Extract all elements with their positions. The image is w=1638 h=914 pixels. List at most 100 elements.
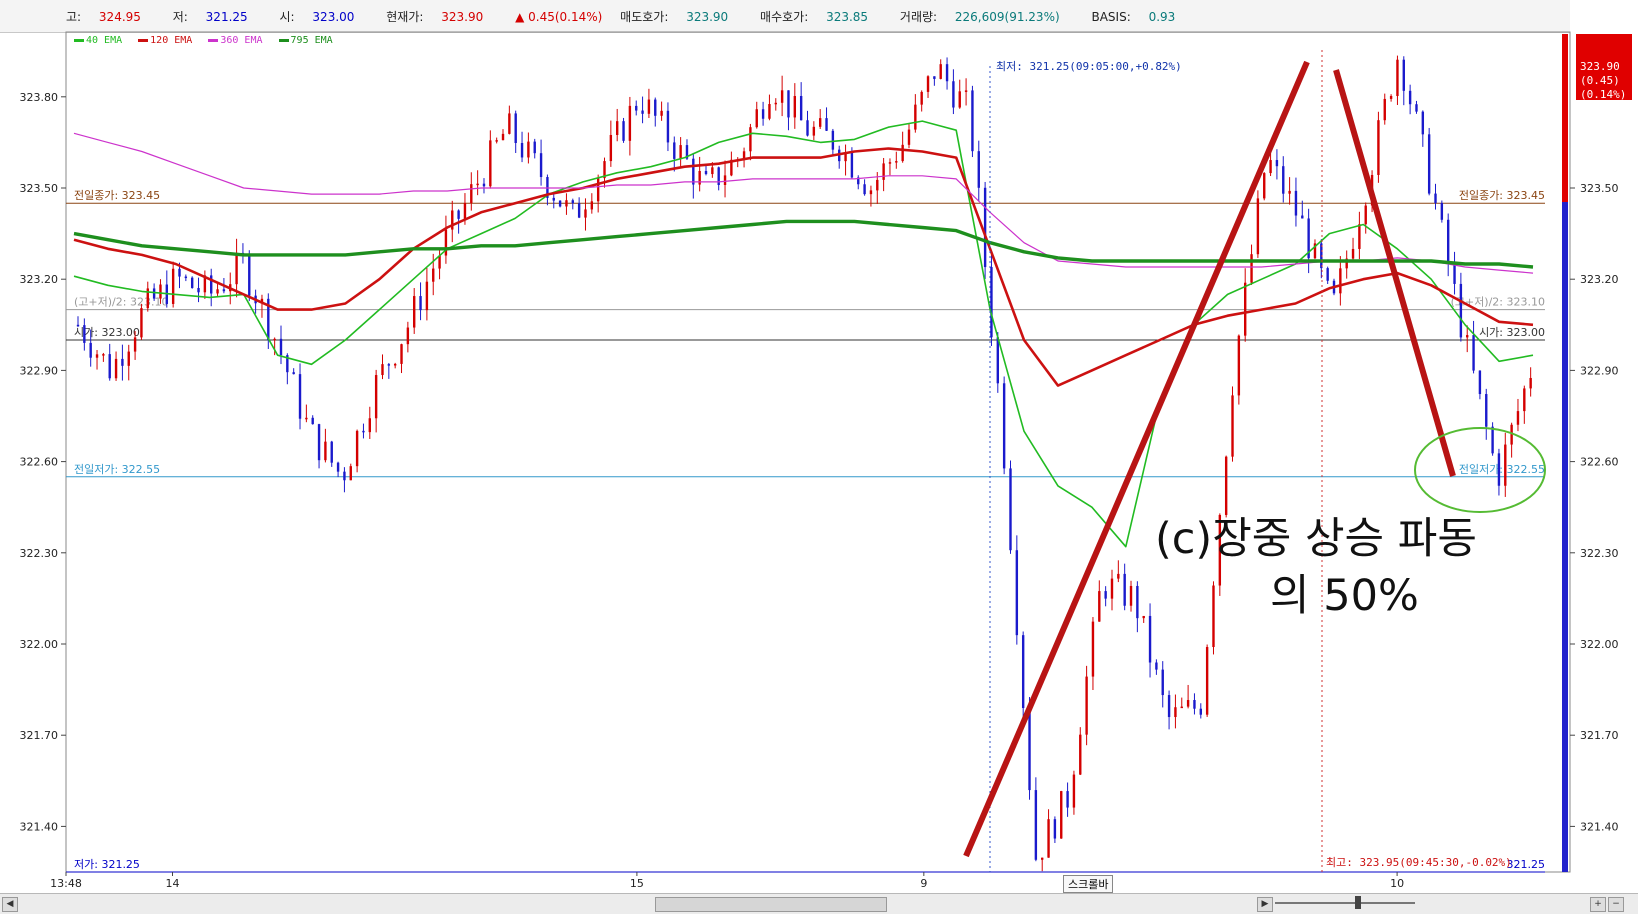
price-bar-body [102, 354, 105, 356]
price-bar-body [514, 113, 517, 143]
price-bar-body [349, 466, 352, 481]
price-bar-body [983, 187, 987, 268]
price-bar-body [1250, 254, 1253, 283]
scroll-right-button[interactable]: ▶ [1257, 897, 1273, 912]
price-bar-body [343, 471, 346, 481]
zoom-out-button[interactable]: − [1608, 897, 1624, 912]
falling-trendline [1333, 69, 1456, 477]
price-bar-body [1066, 791, 1069, 808]
price-bar-body [1021, 635, 1025, 709]
current-change-pct: (0.14%) [1580, 88, 1626, 101]
price-bar-body [495, 140, 498, 142]
scroll-thumb[interactable] [655, 897, 887, 912]
price-bar-body [1148, 615, 1152, 663]
price-bar-body [1015, 550, 1019, 636]
price-bar-body [127, 351, 130, 366]
price-bar-body [596, 178, 600, 202]
price-bar-body [1466, 335, 1469, 338]
price-bar-body [1408, 90, 1412, 105]
price-bar-body [888, 162, 892, 164]
rising-trendline [963, 60, 1310, 858]
price-bar-body [83, 325, 86, 343]
price-bar-body [438, 255, 441, 269]
zoom-slider-track[interactable] [1275, 902, 1415, 904]
price-bar-body [368, 418, 371, 433]
price-bar-body [660, 110, 663, 116]
price-bar-body [901, 144, 904, 162]
price-bar-body [964, 90, 968, 92]
current-price: 323.90 [1580, 60, 1620, 73]
price-bar-body [248, 255, 251, 296]
annotation-line-2: 의 50% [1270, 571, 1419, 621]
x-tick-label: 9 [920, 877, 927, 890]
scroll-left-button[interactable]: ◀ [2, 897, 18, 912]
price-bar-body [1339, 268, 1342, 294]
price-bar-body [235, 252, 238, 285]
price-bar-body [1072, 774, 1076, 808]
price-bar-body [590, 201, 594, 210]
price-bar-body [330, 441, 333, 463]
price-bar-body [432, 268, 435, 282]
price-chart[interactable]: 전일종가: 323.45 전일종가: 323.45(고+저)/2: 323.10(… [0, 0, 1638, 913]
price-bar-body [882, 163, 885, 180]
price-bar-body [704, 170, 708, 175]
price-bar-body [615, 121, 619, 135]
price-bar-body [1104, 591, 1107, 599]
price-bar-body [279, 338, 283, 356]
price-bar-body [1047, 819, 1050, 858]
price-bar-body [1237, 335, 1241, 396]
price-bar-body [1199, 708, 1202, 715]
price-bar-body [635, 105, 638, 111]
price-bar-body [1256, 198, 1260, 255]
right-y-tick-label: 322.00 [1580, 638, 1619, 651]
price-bar-body [222, 289, 226, 292]
current-change: (0.45) [1580, 74, 1620, 87]
price-bar-body [1142, 615, 1145, 619]
zoom-in-button[interactable]: + [1590, 897, 1606, 912]
price-bar-body [457, 210, 460, 219]
price-bar-body [1497, 453, 1501, 486]
price-bar-body [825, 118, 828, 131]
price-bar-body [413, 296, 416, 328]
price-bar-body [780, 90, 784, 103]
price-bar-body [1193, 700, 1196, 709]
price-bar-body [197, 287, 200, 293]
price-bar-body [533, 141, 536, 154]
price-bar-body [679, 145, 682, 159]
price-bar-body [787, 90, 790, 118]
price-bar-body [1129, 585, 1133, 606]
price-bar-body [628, 105, 632, 141]
price-bar-body [1224, 456, 1228, 515]
y-tick-label: 322.60 [20, 456, 59, 469]
price-bar-body [1155, 662, 1158, 670]
price-bar-body [1034, 790, 1038, 860]
price-bar-body [152, 288, 156, 299]
price-bar-body [761, 109, 765, 119]
ema-lines [73, 120, 1534, 548]
ema-line-40-ema [73, 120, 1534, 548]
price-bar-body [1186, 700, 1190, 707]
price-bar-body [1459, 283, 1463, 338]
price-bar-body [958, 91, 961, 108]
price-bar-body [1523, 388, 1526, 412]
right-y-tick-label: 322.90 [1580, 364, 1619, 377]
price-bar-body [387, 364, 391, 366]
scroll-label: 스크롤바 [1063, 875, 1114, 893]
price-bar-body [1389, 95, 1393, 99]
price-bar-body [793, 96, 797, 118]
zoom-slider-knob[interactable] [1355, 896, 1361, 909]
price-bar-body [1377, 120, 1380, 175]
price-bar-body [774, 102, 777, 105]
price-bar-body [470, 184, 473, 203]
price-bar-body [1098, 591, 1101, 622]
price-bar-body [184, 276, 188, 279]
price-bar-body [622, 121, 625, 141]
price-bar-body [489, 140, 492, 187]
price-bar-body [95, 354, 99, 358]
price-bar-body [1440, 203, 1444, 220]
price-bar-body [977, 151, 980, 188]
price-bar-body [159, 284, 162, 299]
price-bar-body [863, 184, 866, 195]
price-bar-body [558, 200, 562, 207]
price-bar-body [907, 129, 911, 145]
